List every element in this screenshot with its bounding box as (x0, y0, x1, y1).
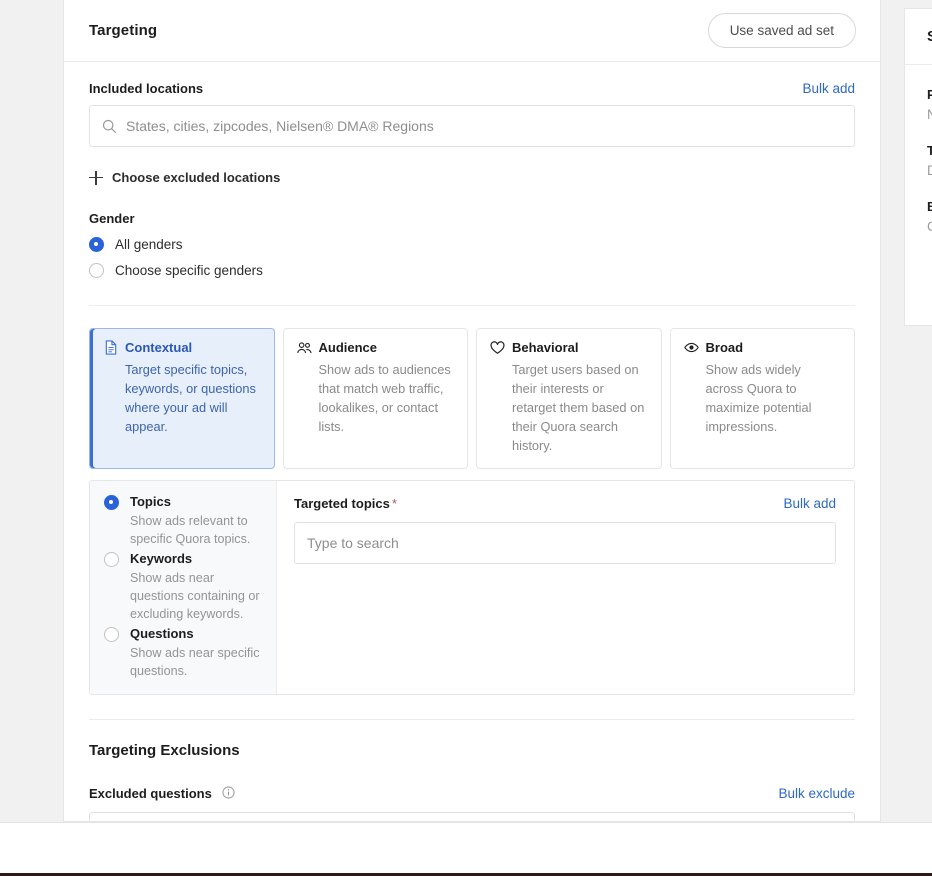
locations-bulk-add-link[interactable]: Bulk add (802, 81, 855, 96)
included-locations-placeholder: States, cities, zipcodes, Nielsen® DMA® … (126, 118, 434, 134)
radio-icon-questions[interactable] (104, 627, 119, 642)
targeting-card: Targeting Use saved ad set Included loca… (63, 0, 881, 822)
targeted-topics-label-wrap: Targeted topics * (294, 495, 397, 513)
bottom-band (0, 822, 932, 876)
side-panel-group-1: P N (927, 87, 932, 122)
radio-icon-specific-genders[interactable] (89, 263, 104, 278)
targeted-topics-label: Targeted topics (294, 496, 390, 511)
side-panel-value-1: N (927, 107, 932, 122)
targeted-topics-bulk-add-link[interactable]: Bulk add (783, 496, 836, 511)
bulk-exclude-link[interactable]: Bulk exclude (778, 786, 855, 801)
targeting-type-title-audience: Audience (318, 340, 378, 355)
behavioral-card-head: Behavioral (490, 340, 649, 355)
document-icon (103, 340, 118, 355)
side-panel-body: P N T D B C (905, 65, 932, 234)
targeting-type-card-audience[interactable]: Audience Show ads to audiences that matc… (282, 328, 468, 469)
included-locations-input[interactable]: States, cities, zipcodes, Nielsen® DMA® … (89, 105, 855, 147)
contextual-option-questions[interactable]: Questions Show ads near specific questio… (104, 625, 264, 680)
card-body: Included locations Bulk add States, citi… (64, 81, 880, 821)
targeted-topics-input[interactable]: Type to search (294, 522, 836, 564)
contextual-option-keywords[interactable]: Keywords Show ads near questions contain… (104, 550, 264, 623)
side-panel-value-2: D (927, 163, 932, 178)
targeting-type-desc-broad: Show ads widely across Quora to maximize… (705, 362, 812, 434)
section-divider (89, 305, 855, 306)
targeting-exclusions-title: Targeting Exclusions (89, 742, 240, 759)
contextual-option-title-topics: Topics (130, 494, 171, 509)
targeted-topics-panel: Targeted topics * Bulk add Type to search (277, 481, 854, 694)
info-icon[interactable] (222, 786, 235, 799)
contextual-option-desc-topics: Show ads relevant to specific Quora topi… (130, 514, 251, 546)
gender-option-specific[interactable]: Choose specific genders (89, 263, 855, 278)
exclusions-divider (89, 719, 855, 720)
included-locations-row: Included locations Bulk add (89, 81, 855, 96)
targeted-topics-row: Targeted topics * Bulk add (294, 495, 836, 513)
radio-icon-keywords[interactable] (104, 552, 119, 567)
excluded-questions-input[interactable] (89, 812, 855, 821)
people-group-icon (296, 340, 312, 355)
audience-card-head: Audience (296, 340, 456, 355)
plus-icon (89, 170, 103, 185)
side-panel-label-3: B (927, 199, 932, 214)
radio-icon-topics[interactable] (104, 495, 119, 510)
targeting-type-card-contextual[interactable]: Contextual Target specific topics, keywo… (89, 328, 275, 469)
required-mark: * (391, 496, 397, 511)
contextual-option-desc-keywords: Show ads near questions containing or ex… (130, 571, 260, 621)
search-icon (102, 119, 117, 134)
side-panel-label-2: T (927, 143, 932, 158)
card-header: Targeting Use saved ad set (64, 0, 880, 62)
targeting-type-grid: Contextual Target specific topics, keywo… (89, 328, 855, 469)
targeting-type-title-contextual: Contextual (125, 340, 193, 355)
side-panel-group-2: T D (927, 143, 932, 178)
targeted-topics-placeholder: Type to search (307, 535, 399, 551)
heart-icon (490, 340, 505, 355)
gender-label: Gender (89, 211, 135, 226)
excluded-questions-label: Excluded questions (89, 786, 212, 801)
page-title: Targeting (89, 22, 158, 39)
included-locations-label: Included locations (89, 81, 204, 96)
targeting-type-title-broad: Broad (705, 340, 744, 355)
targeting-type-title-behavioral: Behavioral (512, 340, 579, 355)
summary-side-panel: S P N T D B C (904, 8, 932, 326)
broad-card-head: Broad (683, 340, 843, 355)
targeting-type-desc-behavioral: Target users based on their interests or… (512, 362, 645, 453)
eye-icon (683, 340, 699, 355)
choose-excluded-locations-button[interactable]: Choose excluded locations (89, 170, 855, 185)
choose-excluded-locations-label: Choose excluded locations (112, 170, 281, 185)
contextual-option-desc-questions: Show ads near specific questions. (130, 646, 260, 678)
gender-option-specific-label: Choose specific genders (115, 263, 263, 278)
contextual-option-title-keywords: Keywords (130, 551, 193, 566)
side-panel-group-3: B C (927, 199, 932, 234)
contextual-option-topics[interactable]: Topics Show ads relevant to specific Quo… (104, 493, 264, 548)
app-screen: Targeting Use saved ad set Included loca… (0, 0, 932, 876)
contextual-sub-panel: Topics Show ads relevant to specific Quo… (89, 480, 855, 695)
targeting-type-desc-contextual: Target specific topics, keywords, or que… (125, 362, 256, 434)
side-panel-value-3: C (927, 219, 932, 234)
targeting-type-card-broad[interactable]: Broad Show ads widely across Quora to ma… (669, 328, 855, 469)
contextual-option-list: Topics Show ads relevant to specific Quo… (90, 481, 277, 694)
use-saved-ad-set-button[interactable]: Use saved ad set (707, 12, 856, 49)
gender-option-all[interactable]: All genders (89, 237, 855, 252)
contextual-option-title-questions: Questions (130, 626, 194, 641)
contextual-card-head: Contextual (103, 340, 262, 355)
radio-icon-all-genders[interactable] (89, 237, 104, 252)
excluded-questions-label-wrap: Excluded questions (89, 785, 235, 803)
targeting-type-desc-audience: Show ads to audiences that match web tra… (318, 362, 451, 434)
side-panel-title: S (905, 9, 932, 65)
excluded-questions-row: Excluded questions Bulk exclude (89, 785, 855, 803)
side-panel-label-1: P (927, 87, 932, 102)
gender-option-all-label: All genders (115, 237, 183, 252)
targeting-type-card-behavioral[interactable]: Behavioral Target users based on their i… (476, 328, 662, 469)
